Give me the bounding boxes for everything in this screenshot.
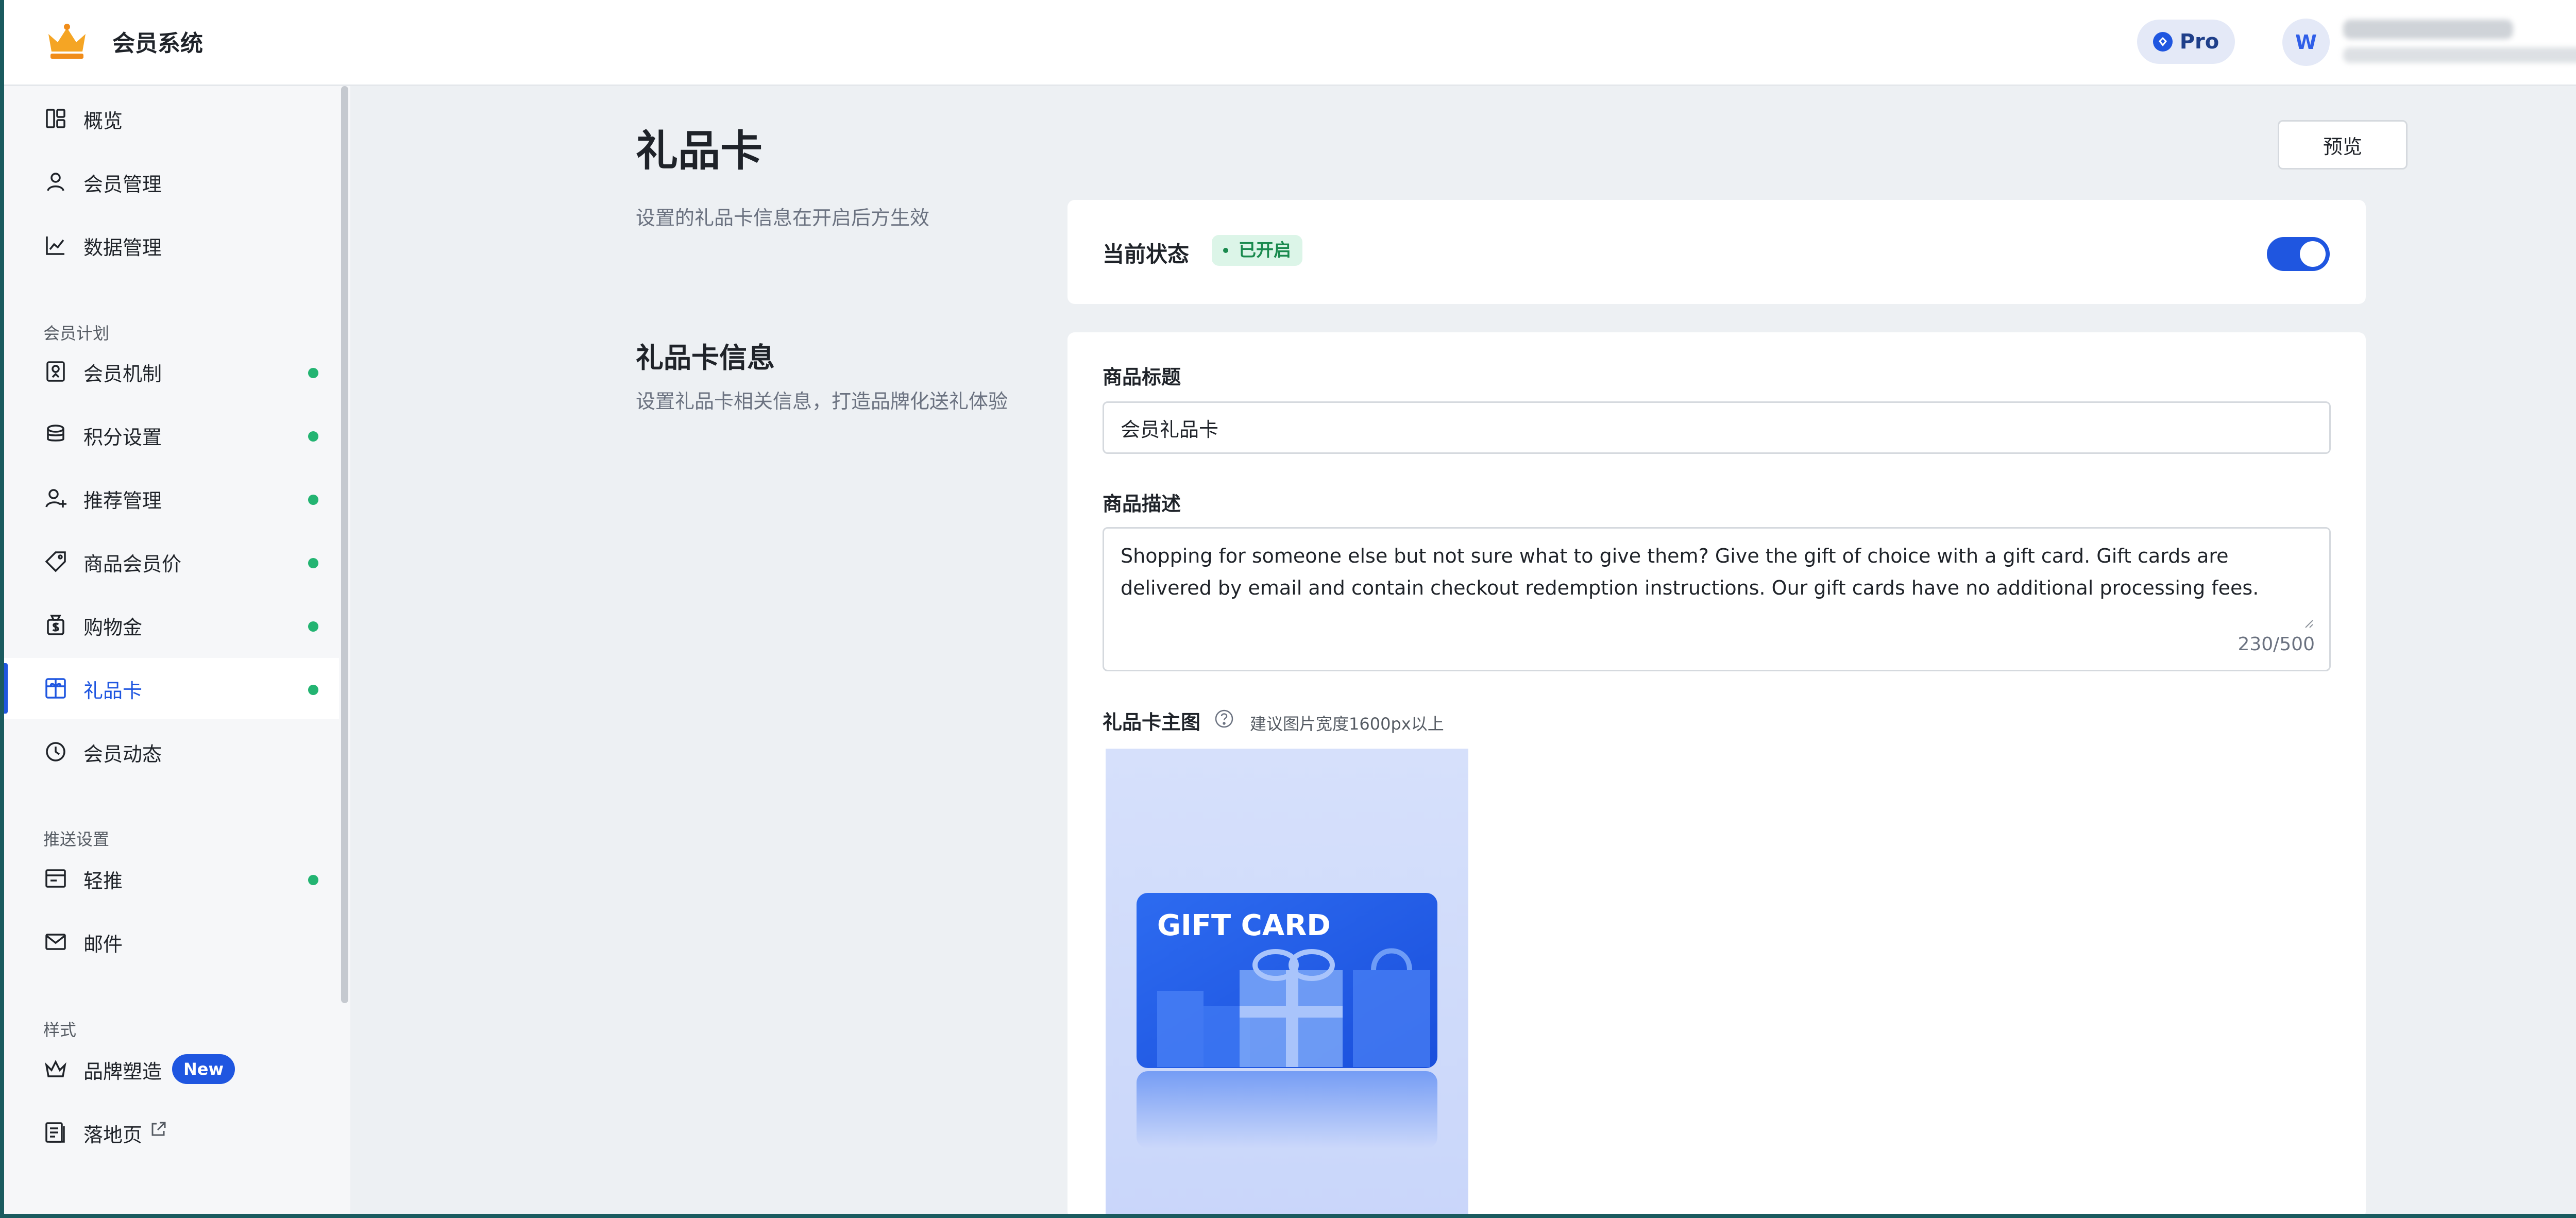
sidebar-scrollbar[interactable] [341,86,348,1003]
page-title: 礼品卡 [636,127,763,176]
status-toggle[interactable] [2267,237,2330,271]
badge-icon [46,361,65,382]
toggle-knob [2300,241,2326,267]
sidebar-item-label: 轻推 [83,870,123,892]
sidebar-item-member-price[interactable]: 商品会员价 [4,531,339,592]
status-dot [308,685,318,695]
sidebar-item-activity[interactable]: 会员动态 [4,721,339,782]
section-push: 推送设置 [43,830,110,849]
status-dot [308,368,318,378]
sidebar-item-mail[interactable]: 邮件 [4,911,339,972]
user-email-blurred [2343,47,2576,63]
sidebar-item-label: 落地页 [83,1124,143,1146]
user-avatar[interactable]: W [2282,19,2330,66]
sidebar-item-gift-card[interactable]: 礼品卡 [4,658,339,719]
gift-card-info-card: 商品标题 商品描述 Shopping for someone else but … [1067,332,2366,1214]
user-name-blurred [2343,20,2513,39]
gift-card-icon [45,678,66,699]
page-subtitle: 设置的礼品卡信息在开启后方生效 [636,207,930,229]
char-count: 230/500 [2238,634,2315,655]
product-desc-textarea[interactable]: Shopping for someone else but not sure w… [1103,527,2331,671]
mail-icon [45,934,66,950]
nudge-icon [45,869,66,888]
sidebar-item-label: 邮件 [83,933,123,956]
crown-icon [45,1060,66,1077]
crown-logo-icon [48,24,86,59]
status-badge: 已开启 [1212,235,1302,266]
sidebar-item-label: 会员机制 [83,363,162,385]
clock-icon [46,742,65,762]
gift-card-illustration: GIFT CARD [1106,749,1468,1214]
section-subtitle: 设置礼品卡相关信息，打造品牌化送礼体验 [636,390,1008,413]
resize-grip-icon[interactable] [2301,616,2314,629]
product-desc-label: 商品描述 [1103,493,1181,515]
gift-card-text: GIFT CARD [1157,909,1331,942]
sidebar-item-data[interactable]: 数据管理 [4,215,339,276]
external-link-icon [151,1122,166,1136]
product-title-label: 商品标题 [1103,366,1181,388]
coins-stack-icon [47,425,64,442]
sidebar-item-branding[interactable]: 品牌塑造 New [4,1039,339,1099]
sidebar-item-mechanism[interactable]: 会员机制 [4,341,339,402]
status-dot [308,875,318,885]
product-title-input[interactable] [1103,401,2331,454]
image-label: 礼品卡主图 [1103,711,1201,734]
sidebar-item-referral[interactable]: 推荐管理 [4,468,339,529]
money-bag-icon [47,615,64,635]
sidebar-item-nudge[interactable]: 轻推 [4,848,339,909]
plan-badge[interactable]: Pro [2137,20,2235,64]
sidebar-item-label: 推荐管理 [83,489,162,512]
price-tag-icon [45,551,66,572]
sidebar-item-label: 概览 [83,110,123,132]
sidebar-item-label: 品牌塑造 [83,1060,162,1083]
image-hint: 建议图片宽度1600px以上 [1250,714,1444,734]
page-icon [45,1122,65,1143]
plan-label: Pro [2179,30,2219,54]
overview-icon [46,109,65,128]
sidebar-item-label: 购物金 [83,616,143,639]
sidebar-item-label: 会员动态 [83,743,162,766]
status-dot [308,431,318,442]
status-card: 当前状态 已开启 [1067,200,2366,304]
user-add-icon [45,489,66,508]
help-icon[interactable] [1214,708,1234,729]
sidebar-item-label: 礼品卡 [83,680,143,702]
sidebar-item-members[interactable]: 会员管理 [4,151,339,212]
sidebar-item-landing-page[interactable]: 落地页 [4,1102,339,1163]
user-icon [47,173,64,191]
diamond-icon [2153,32,2173,52]
chart-icon [46,236,64,255]
sidebar-item-label: 数据管理 [83,236,162,259]
section-title: 礼品卡信息 [636,342,775,374]
sidebar: 概览 会员管理 数据管理 会员计划 会员机制 积分设置 推荐管理 商品会员价 购… [4,86,350,1214]
section-style: 样式 [43,1020,77,1040]
sidebar-item-label: 积分设置 [83,426,162,449]
gift-card-image[interactable]: GIFT CARD [1106,749,1468,1214]
product-desc-text: Shopping for someone else but not sure w… [1121,545,2259,599]
status-dot [308,495,318,505]
app-title: 会员系统 [112,30,203,57]
app-window: 会员系统 Pro W 概览 会员管理 数据管理 会员计划 会员机制 积分设置 推… [4,0,2576,1214]
sidebar-item-overview[interactable]: 概览 [4,88,339,149]
status-dot [308,621,318,632]
sidebar-item-points[interactable]: 积分设置 [4,404,339,465]
new-badge: New [172,1054,235,1084]
sidebar-item-label: 会员管理 [83,173,162,196]
preview-button[interactable]: 预览 [2278,120,2408,170]
top-bar: 会员系统 Pro W [4,0,2576,86]
sidebar-item-label: 商品会员价 [83,553,182,576]
sidebar-item-shopping-credit[interactable]: 购物金 [4,595,339,655]
status-dot [308,558,318,568]
status-label: 当前状态 [1103,242,1190,267]
